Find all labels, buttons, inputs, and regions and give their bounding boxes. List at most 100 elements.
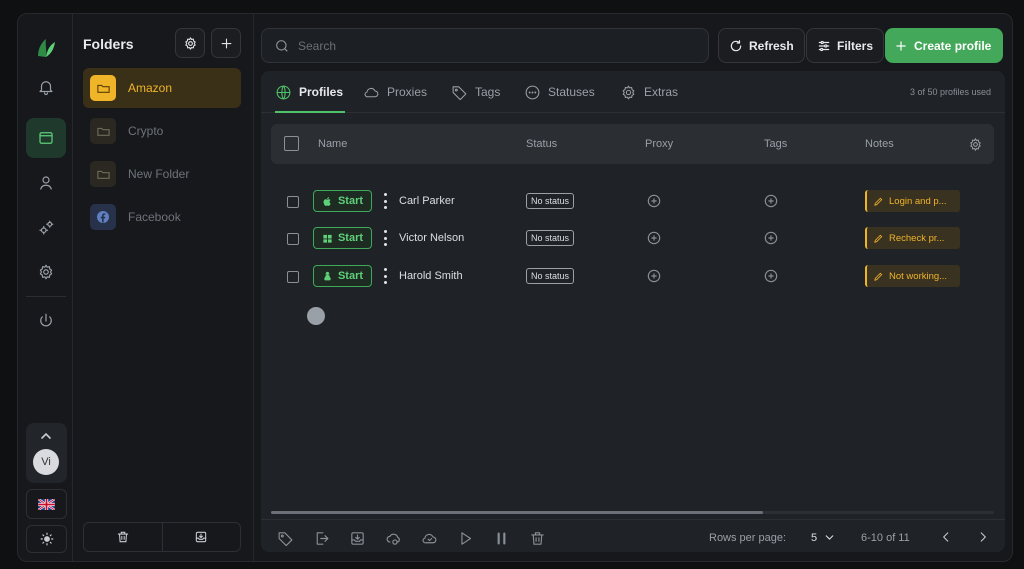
chevron-up-icon[interactable] — [39, 431, 53, 441]
icon-rail: Vi — [18, 14, 73, 561]
column-header-proxy[interactable]: Proxy — [645, 138, 673, 150]
tab-statuses[interactable]: Statuses — [524, 82, 595, 102]
note-chip[interactable]: Recheck pr... — [865, 227, 960, 249]
start-profile-button[interactable]: Start — [313, 227, 372, 249]
row-menu-kebab-icon[interactable] — [382, 230, 388, 246]
rows-per-page-label: Rows per page: — [709, 532, 787, 544]
tab-proxies[interactable]: Proxies — [363, 82, 427, 102]
prev-page-chevron-left-icon[interactable] — [939, 530, 953, 544]
column-settings-gear-icon[interactable] — [968, 137, 983, 152]
horizontal-scrollbar[interactable] — [271, 511, 994, 514]
tab-label: Extras — [644, 85, 679, 99]
chevron-down-icon — [825, 535, 834, 540]
create-profile-label: Create profile — [914, 38, 992, 53]
add-tag-icon[interactable] — [764, 231, 778, 245]
scrollbar-thumb[interactable] — [271, 511, 763, 514]
row-menu-kebab-icon[interactable] — [382, 268, 388, 284]
add-proxy-icon[interactable] — [647, 231, 661, 245]
folder-label: Amazon — [128, 81, 173, 95]
archive-folder-button[interactable] — [161, 523, 241, 551]
folder-item-facebook[interactable]: Facebook — [83, 197, 241, 237]
profiles-panel: Profiles Proxies Tags Statuses Extras 3 … — [261, 71, 1005, 552]
automation-gears-icon[interactable] — [26, 208, 66, 248]
start-profile-button[interactable]: Start — [313, 265, 372, 287]
start-profile-button[interactable]: Start — [313, 190, 372, 212]
bulk-pause-icon[interactable] — [491, 528, 511, 548]
browser-profiles-icon[interactable] — [26, 118, 66, 158]
profile-name[interactable]: Carl Parker — [399, 195, 455, 207]
bulk-cloud-transfer-icon[interactable] — [419, 528, 439, 548]
folder-item-crypto[interactable]: Crypto — [83, 111, 241, 151]
plus-icon — [896, 40, 906, 51]
theme-toggle[interactable] — [26, 525, 67, 553]
select-all-checkbox[interactable] — [284, 136, 299, 151]
bulk-play-icon[interactable] — [455, 528, 475, 548]
note-text: Login and p... — [889, 195, 947, 207]
add-proxy-icon[interactable] — [647, 194, 661, 208]
search-icon — [276, 39, 288, 52]
folder-label: Facebook — [128, 210, 181, 224]
globe-icon — [276, 85, 291, 99]
tab-label: Statuses — [548, 85, 595, 99]
trash-icon — [117, 531, 128, 543]
status-badge[interactable]: No status — [526, 230, 575, 246]
note-chip[interactable]: Login and p... — [865, 190, 960, 212]
add-folder-button[interactable] — [211, 28, 241, 58]
avatar[interactable]: Vi — [33, 449, 59, 475]
user-menu[interactable]: Vi — [26, 423, 67, 483]
add-proxy-icon[interactable] — [647, 269, 661, 283]
rows-per-page-select[interactable]: 5 — [811, 531, 836, 544]
folder-item-new-folder[interactable]: New Folder — [83, 154, 241, 194]
filters-button[interactable]: Filters — [806, 28, 885, 63]
column-header-name[interactable]: Name — [318, 138, 347, 150]
column-header-notes[interactable]: Notes — [865, 138, 894, 150]
bulk-cloud-sync-icon[interactable] — [383, 528, 403, 548]
folder-settings-button[interactable] — [175, 28, 205, 58]
loading-spinner — [307, 307, 325, 325]
folder-item-amazon[interactable]: Amazon — [83, 68, 241, 108]
row-checkbox[interactable] — [287, 196, 299, 208]
row-checkbox[interactable] — [287, 233, 299, 245]
status-badge[interactable]: No status — [526, 193, 575, 209]
row-checkbox[interactable] — [287, 271, 299, 283]
pencil-icon — [874, 234, 883, 243]
gear-icon — [184, 36, 196, 50]
bulk-archive-icon[interactable] — [347, 528, 367, 548]
profile-name[interactable]: Harold Smith — [399, 270, 463, 282]
settings-gear-icon[interactable] — [26, 252, 66, 292]
app-logo-icon — [26, 28, 66, 68]
bulk-delete-trash-icon[interactable] — [527, 528, 547, 548]
user-icon[interactable] — [26, 163, 66, 203]
status-badge[interactable]: No status — [526, 268, 575, 284]
app-window: Vi Folders Amazon Crypto New Folder Face… — [17, 13, 1013, 562]
search-bar[interactable] — [261, 28, 709, 63]
column-header-tags[interactable]: Tags — [764, 138, 787, 150]
bulk-export-icon[interactable] — [311, 528, 331, 548]
tag-icon — [452, 85, 467, 100]
tab-tags[interactable]: Tags — [451, 82, 500, 102]
table-footer: Rows per page: 5 6-10 of 11 — [261, 519, 1005, 552]
filters-label: Filters — [837, 38, 874, 53]
row-menu-kebab-icon[interactable] — [382, 193, 388, 209]
tab-label: Profiles — [299, 85, 344, 99]
create-profile-button[interactable]: Create profile — [885, 28, 1003, 63]
refresh-button[interactable]: Refresh — [718, 28, 805, 63]
next-page-chevron-right-icon[interactable] — [976, 530, 990, 544]
rail-divider — [26, 296, 66, 297]
bell-icon[interactable] — [26, 67, 66, 107]
add-tag-icon[interactable] — [764, 194, 778, 208]
language-selector[interactable] — [26, 489, 67, 519]
column-header-status[interactable]: Status — [526, 138, 557, 150]
search-input[interactable] — [298, 38, 678, 53]
tab-extras[interactable]: Extras — [620, 82, 678, 102]
bulk-tag-icon[interactable] — [275, 528, 295, 548]
note-chip[interactable]: Not working... — [865, 265, 960, 287]
start-label: Start — [337, 270, 364, 282]
note-text: Recheck pr... — [889, 232, 945, 244]
power-icon[interactable] — [26, 301, 66, 341]
delete-folder-button[interactable] — [84, 523, 162, 551]
refresh-icon — [730, 39, 742, 51]
add-tag-icon[interactable] — [764, 269, 778, 283]
tab-profiles[interactable]: Profiles — [275, 82, 343, 102]
profile-name[interactable]: Victor Nelson — [399, 232, 464, 244]
